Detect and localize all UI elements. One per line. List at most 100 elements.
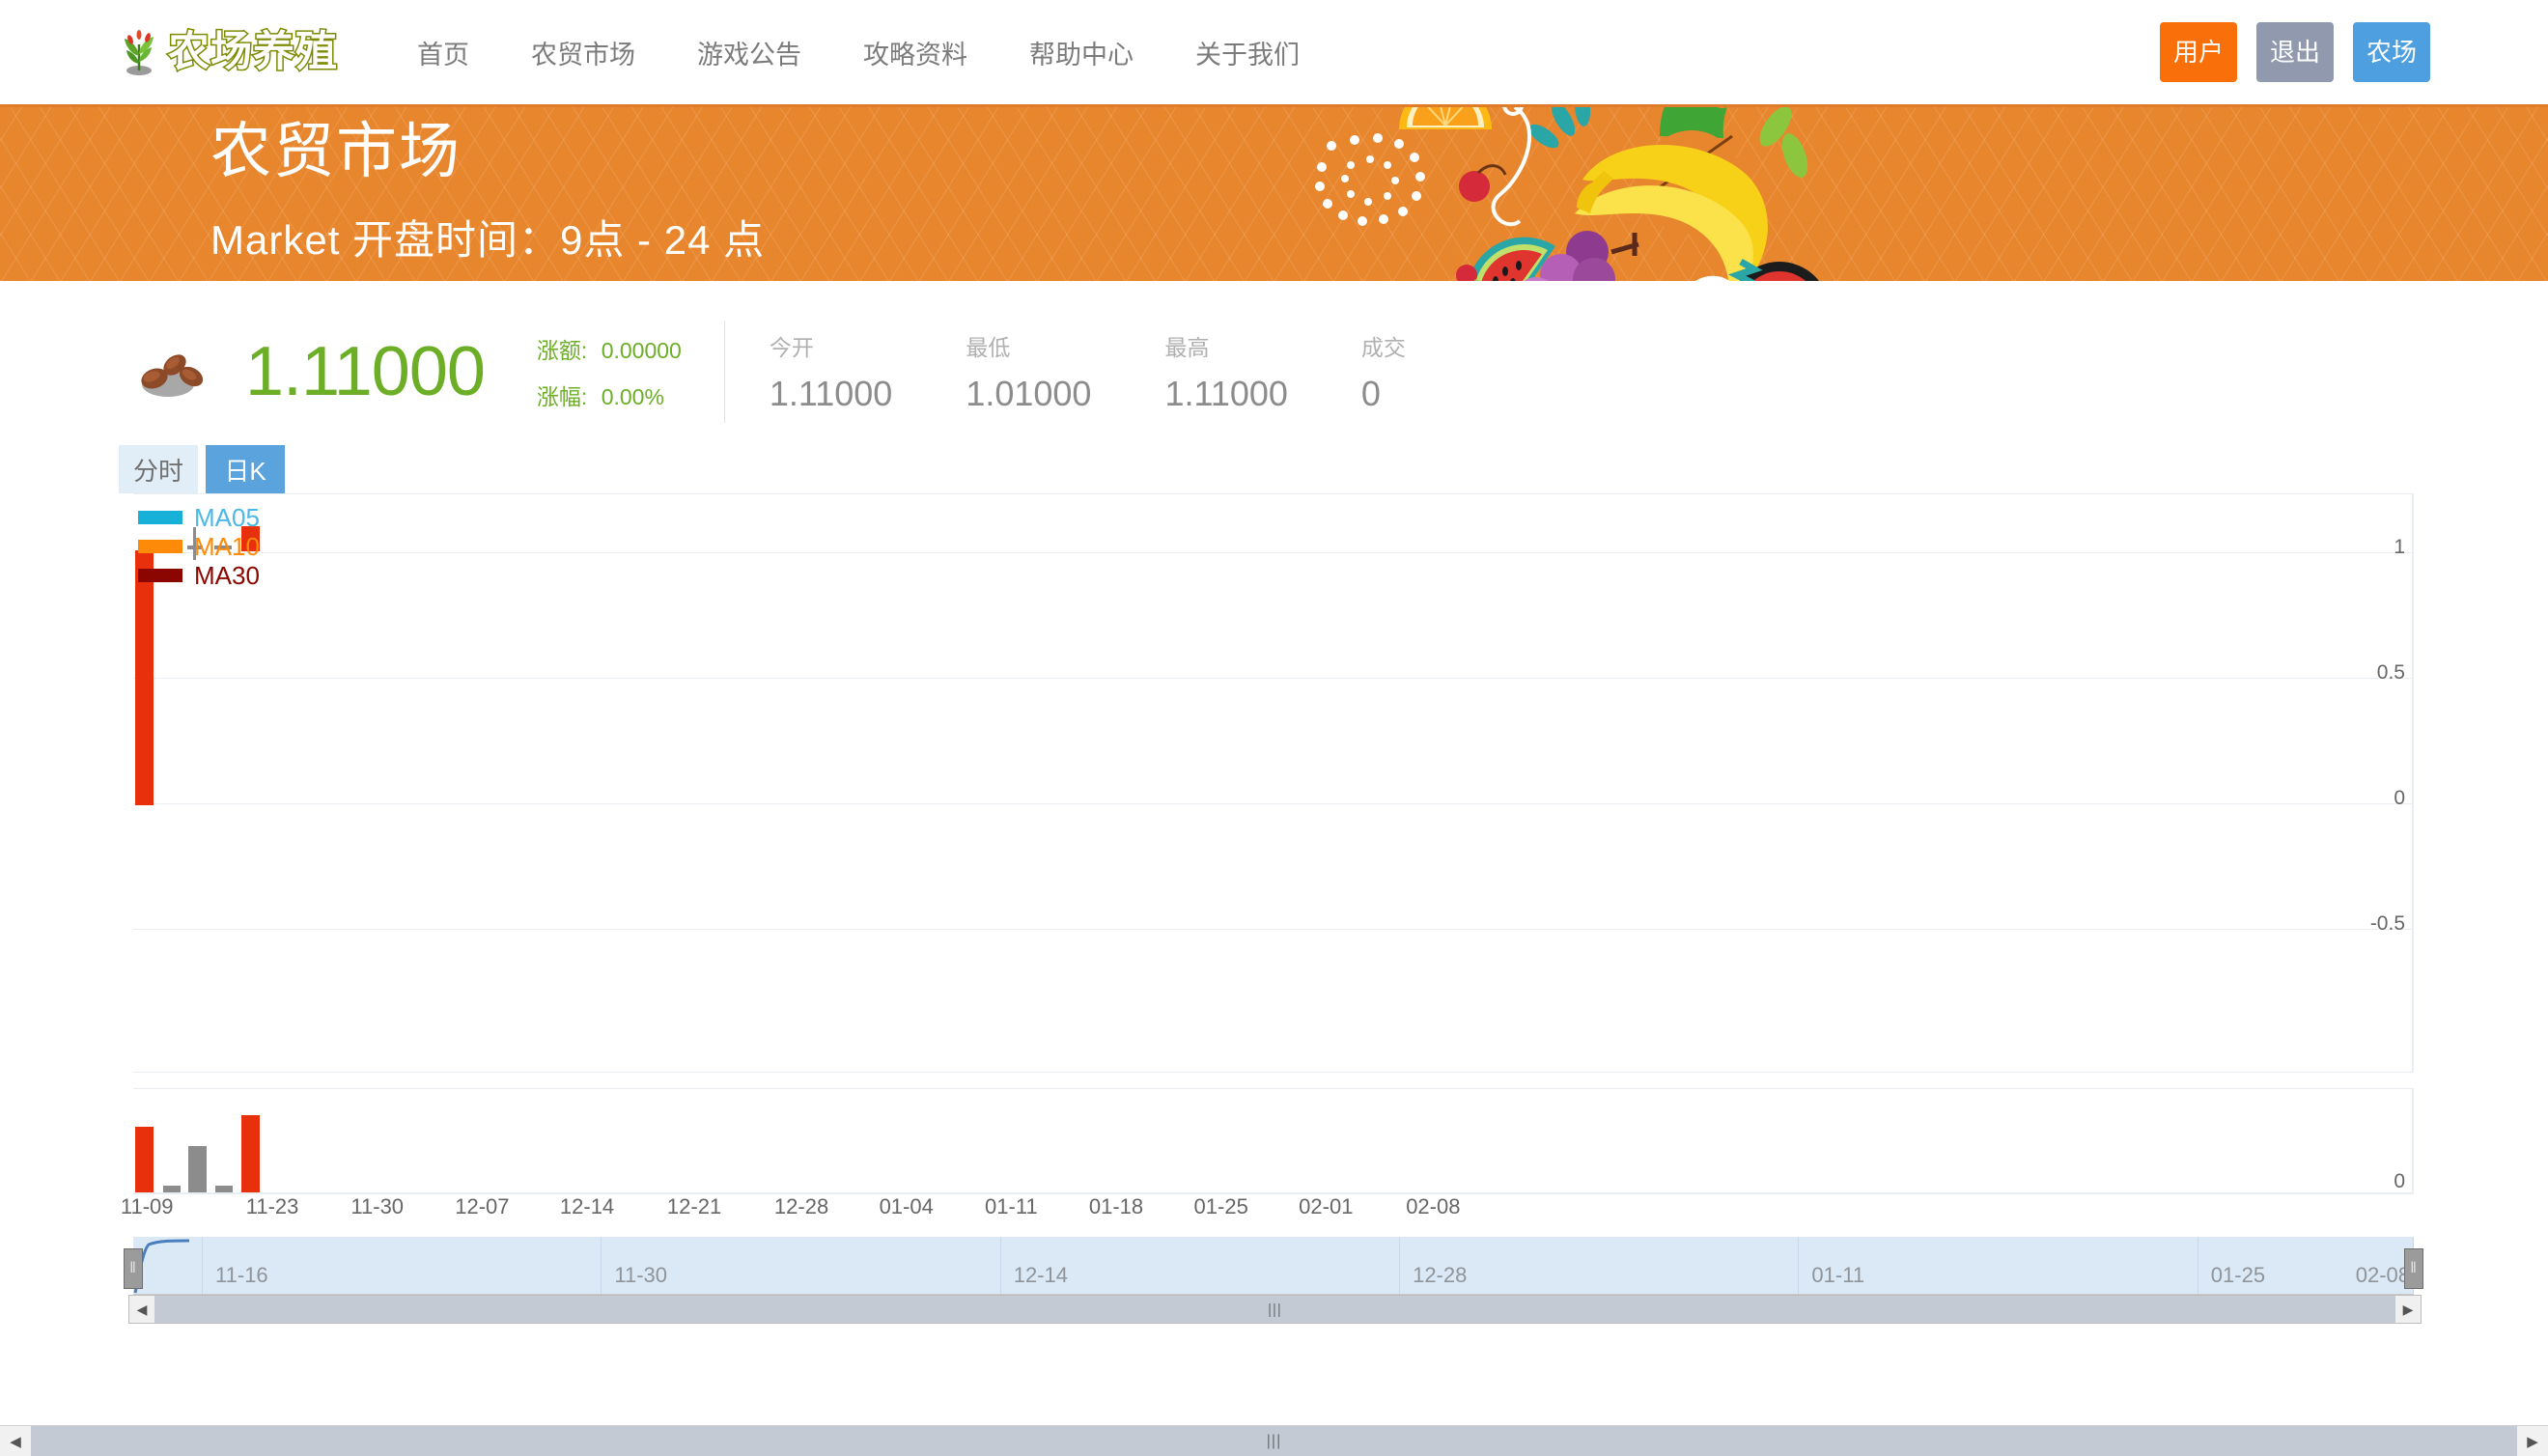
logout-button[interactable]: 退出 — [2256, 22, 2334, 82]
x-tick-11-30: 11-30 — [350, 1194, 405, 1218]
change-amount-label: 涨额: — [536, 338, 588, 363]
scroll-right-arrow-icon[interactable]: ▶ — [2395, 1296, 2421, 1323]
data-zoom-tick-01-25: 01-25 — [2210, 1263, 2266, 1287]
user-button[interactable]: 用户 — [2160, 22, 2237, 82]
data-zoom-tick-12-28: 12-28 — [1413, 1263, 1468, 1287]
page-banner: 农贸市场 Market 开盘时间：9点 - 24 点 — [0, 107, 2548, 281]
banner-subtitle: Market 开盘时间：9点 - 24 点 — [210, 217, 766, 264]
nav-item-notice[interactable]: 游戏公告 — [697, 34, 801, 71]
data-zoom-tick-11-16: 11-16 — [215, 1263, 268, 1287]
nav-item-market[interactable]: 农贸市场 — [531, 34, 635, 71]
banner-title: 农贸市场 — [210, 118, 462, 185]
x-tick-12-28: 12-28 — [773, 1194, 829, 1218]
page-scroll-right-arrow-icon[interactable]: ▶ — [2517, 1426, 2548, 1456]
page-scroll-left-arrow-icon[interactable]: ◀ — [0, 1426, 31, 1456]
data-zoom-tick-02-08: 02-08 — [2355, 1263, 2410, 1287]
logo[interactable]: 农场养殖 — [114, 27, 339, 77]
data-zoom-right-handle[interactable]: ‖ — [2404, 1248, 2423, 1289]
volume-y-axis-line — [2412, 1089, 2413, 1193]
chart-tabs: 分时 日K — [119, 445, 2548, 493]
data-zoom-tick-12-14: 12-14 — [1013, 1263, 1068, 1287]
nav-item-help[interactable]: 帮助中心 — [1029, 34, 1134, 71]
stats-group: 今开 1.11000 最低 1.01000 最高 1.11000 成交 0 — [770, 329, 1479, 414]
stat-low-label: 最低 — [966, 335, 1011, 360]
change-percent-label: 涨幅: — [536, 384, 588, 409]
page-scroll-thumb[interactable]: ||| — [31, 1426, 2517, 1456]
volume-baseline — [133, 1192, 2413, 1193]
change-percent-value: 0.00% — [601, 384, 664, 409]
page-horizontal-scrollbar[interactable]: ◀ ||| ▶ — [0, 1425, 2548, 1456]
x-tick-02-08: 02-08 — [1406, 1194, 1461, 1218]
x-tick-11-09: 11-09 — [120, 1194, 174, 1218]
vertical-divider — [723, 321, 725, 423]
stat-high-label: 最高 — [1164, 335, 1210, 360]
legend-swatch-ma30-icon — [138, 569, 182, 582]
data-zoom-tick-11-30: 11-30 — [614, 1263, 668, 1287]
legend-swatch-ma05-icon — [138, 511, 182, 524]
main-nav: 首页 农贸市场 游戏公告 攻略资料 帮助中心 关于我们 — [417, 34, 1361, 71]
tab-daily-k[interactable]: 日K — [206, 445, 285, 493]
stat-open: 今开 1.11000 — [770, 329, 892, 414]
nav-item-guide[interactable]: 攻略资料 — [863, 34, 967, 71]
candlestick-chart[interactable]: MA05 MA10 MA30 1 0.5 0 -0.5 — [133, 493, 2414, 1073]
farm-button[interactable]: 农场 — [2353, 22, 2430, 82]
chart-x-axis: 11-09 11-23 11-30 12-07 12-14 12-21 12-2… — [121, 1194, 2414, 1237]
volume-bar — [135, 1127, 154, 1192]
drag-handle-icon: ‖ — [2410, 1260, 2418, 1276]
x-tick-02-01: 02-01 — [1299, 1194, 1354, 1218]
data-zoom-separators — [133, 1237, 2414, 1294]
chart-horizontal-scrollbar[interactable]: ◀ ||| ▶ — [128, 1295, 2422, 1324]
legend-item-ma10[interactable]: MA10 — [138, 532, 260, 561]
quote-panel: 1.11000 涨额: 0.00000 涨幅: 0.00% 今开 1.11000… — [0, 281, 2548, 445]
x-tick-01-18: 01-18 — [1088, 1194, 1144, 1218]
volume-bar — [215, 1186, 233, 1192]
volume-y-tick-0: 0 — [2394, 1170, 2405, 1192]
drag-handle-icon: ‖ — [129, 1260, 137, 1276]
x-tick-01-11: 01-11 — [985, 1194, 1038, 1218]
banner-text: 农贸市场 Market 开盘时间：9点 - 24 点 — [0, 107, 2548, 266]
x-tick-01-25: 01-25 — [1193, 1194, 1248, 1218]
stat-high: 最高 1.11000 — [1164, 329, 1287, 414]
x-tick-12-14: 12-14 — [559, 1194, 615, 1218]
volume-chart[interactable]: 0 — [133, 1088, 2414, 1194]
volume-bar — [163, 1186, 181, 1192]
stat-low: 最低 1.01000 — [966, 329, 1091, 414]
tab-timeshare[interactable]: 分时 — [119, 445, 198, 493]
scroll-thumb[interactable]: ||| — [154, 1296, 2395, 1323]
x-tick-12-21: 12-21 — [666, 1194, 722, 1218]
stat-open-label: 今开 — [769, 335, 814, 360]
change-percent-row: 涨幅: 0.00% — [537, 378, 682, 411]
legend-item-ma05[interactable]: MA05 — [138, 503, 260, 532]
nav-item-home[interactable]: 首页 — [417, 34, 469, 71]
header-actions: 用户 退出 农场 — [2160, 22, 2430, 82]
change-amount-value: 0.00000 — [601, 338, 682, 363]
data-zoom-tick-01-11: 01-11 — [1811, 1263, 1865, 1287]
x-tick-12-07: 12-07 — [455, 1194, 510, 1218]
scroll-left-arrow-icon[interactable]: ◀ — [129, 1296, 154, 1323]
legend-label-ma10: MA10 — [194, 532, 260, 561]
data-zoom-slider[interactable]: 11-16 11-30 12-14 12-28 01-11 01-25 02-0… — [124, 1237, 2423, 1295]
stat-low-value: 1.01000 — [966, 374, 1092, 413]
candle-series — [133, 494, 2413, 1072]
stat-high-value: 1.11000 — [1164, 374, 1288, 413]
data-zoom-left-handle[interactable]: ‖ — [124, 1248, 143, 1289]
logo-text: 农场养殖 — [167, 28, 339, 75]
change-amount-row: 涨额: 0.00000 — [537, 332, 682, 365]
legend-label-ma05: MA05 — [194, 503, 260, 532]
stat-open-value: 1.11000 — [769, 374, 893, 413]
plant-icon — [125, 30, 154, 75]
legend-label-ma30: MA30 — [194, 561, 260, 590]
stat-volume: 成交 0 — [1361, 329, 1406, 414]
nav-item-about[interactable]: 关于我们 — [1195, 34, 1300, 71]
x-tick-11-23: 11-23 — [245, 1194, 299, 1218]
beans-icon — [141, 354, 204, 397]
volume-bar — [241, 1115, 260, 1192]
legend-item-ma30[interactable]: MA30 — [138, 561, 260, 590]
legend-swatch-ma10-icon — [138, 540, 182, 553]
change-group: 涨额: 0.00000 涨幅: 0.00% — [537, 332, 682, 411]
stat-volume-value: 0 — [1360, 374, 1381, 413]
volume-bar — [188, 1146, 207, 1192]
site-header: 农场养殖 首页 农贸市场 游戏公告 攻略资料 帮助中心 关于我们 用户 退出 农… — [0, 0, 2548, 107]
current-price: 1.11000 — [245, 333, 486, 410]
x-tick-01-04: 01-04 — [879, 1194, 934, 1218]
